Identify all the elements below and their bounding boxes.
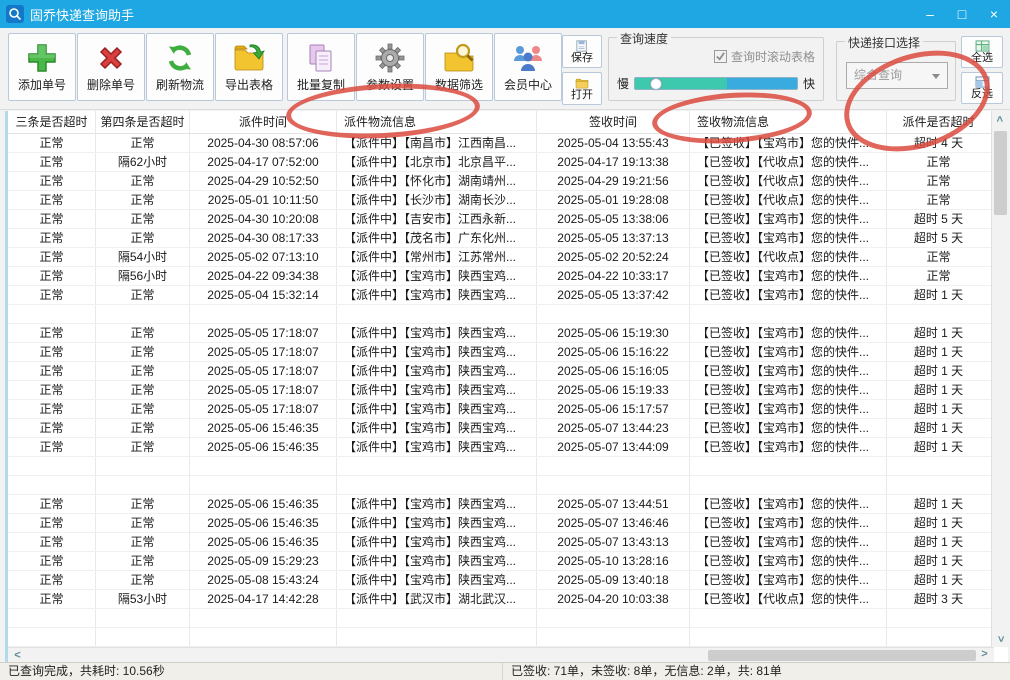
column-header[interactable]: 派件物流信息 [337,111,537,133]
table-row[interactable] [8,305,1008,324]
settings-button[interactable]: 参数设置 [356,33,424,101]
invert-selection-button[interactable]: 反选 [961,72,1003,104]
table-row[interactable]: 正常 正常 2025-05-06 15:46:35 【派件中】【宝鸡市】陕西宝鸡… [8,495,1008,514]
open-button[interactable]: 打开 [562,72,602,105]
slider-slow-label: 慢 [617,75,629,92]
horizontal-scroll-thumb[interactable] [708,650,976,661]
table-header: 三条是否超时 第四条是否超时 派件时间 派件物流信息 签收时间 签收物流信息 派… [8,111,1008,134]
scroll-down-icon[interactable]: > [995,632,1007,647]
export-table-button[interactable]: 导出表格 [215,33,283,101]
table-row[interactable]: 正常 正常 2025-05-05 17:18:07 【派件中】【宝鸡市】陕西宝鸡… [8,324,1008,343]
member-icon [512,42,544,74]
interface-dropdown[interactable]: 综合查询 [846,62,948,89]
settings-icon [374,42,406,74]
delete-order-button[interactable]: 删除单号 [77,33,145,101]
data-filter-button[interactable]: 数据筛选 [425,33,493,101]
logistics-table: 三条是否超时 第四条是否超时 派件时间 派件物流信息 签收时间 签收物流信息 派… [5,111,1008,662]
refresh-icon [164,42,196,74]
column-header[interactable]: 签收物流信息 [690,111,887,133]
slider-fast-label: 快 [803,75,815,92]
table-row[interactable]: 正常 正常 2025-04-30 08:57:06 【派件中】【南昌市】江西南昌… [8,134,1008,153]
table-row[interactable]: 正常 隔62小时 2025-04-17 07:52:00 【派件中】【北京市】北… [8,153,1008,172]
chevron-down-icon [932,74,940,79]
column-header[interactable]: 第四条是否超时 [96,111,190,133]
save-icon [575,40,589,52]
delete-icon [95,42,127,74]
slider-fill [635,78,727,89]
scroll-up-icon[interactable]: > [995,112,1007,127]
filter-icon [443,42,475,74]
table-row[interactable]: 正常 正常 2025-05-06 15:46:35 【派件中】【宝鸡市】陕西宝鸡… [8,533,1008,552]
copy-icon [305,42,337,74]
table-body: 正常 正常 2025-04-30 08:57:06 【派件中】【南昌市】江西南昌… [8,134,1008,647]
column-header[interactable]: 签收时间 [537,111,690,133]
select-all-button[interactable]: 全选 [961,36,1003,68]
column-header[interactable]: 派件是否超时 [887,111,990,133]
table-row[interactable]: 正常 隔53小时 2025-04-17 14:42:28 【派件中】【武汉市】湖… [8,590,1008,609]
column-header[interactable]: 三条是否超时 [8,111,96,133]
slider-thumb[interactable] [650,78,662,90]
table-row[interactable] [8,628,1008,647]
app-icon [6,5,24,23]
table-row[interactable] [8,457,1008,476]
table-row[interactable]: 正常 正常 2025-05-05 17:18:07 【派件中】【宝鸡市】陕西宝鸡… [8,343,1008,362]
table-row[interactable]: 正常 正常 2025-05-04 15:32:14 【派件中】【宝鸡市】陕西宝鸡… [8,286,1008,305]
toolbar: 添加单号 删除单号 刷新物流 导出表格 批量复制 参数设置 数据筛选 会员中心 … [0,28,1010,110]
table-row[interactable]: 正常 正常 2025-05-01 10:11:50 【派件中】【长沙市】湖南长沙… [8,191,1008,210]
table-row[interactable]: 正常 正常 2025-05-05 17:18:07 【派件中】【宝鸡市】陕西宝鸡… [8,362,1008,381]
table-row[interactable]: 正常 正常 2025-04-29 10:52:50 【派件中】【怀化市】湖南靖州… [8,172,1008,191]
table-row[interactable]: 正常 正常 2025-04-30 10:20:08 【派件中】【吉安市】江西永新… [8,210,1008,229]
add-icon [26,42,58,74]
open-icon [575,77,589,89]
table-row[interactable]: 正常 正常 2025-05-05 17:18:07 【派件中】【宝鸡市】陕西宝鸡… [8,381,1008,400]
add-order-button[interactable]: 添加单号 [8,33,76,101]
invert-selection-icon [975,76,990,88]
status-bar: 已查询完成，共耗时: 10.56秒 已签收: 71单，未签收: 8单，无信息: … [0,662,1010,680]
speed-slider[interactable] [634,77,798,90]
scroll-table-checkbox-label: 查询时滚动表格 [731,48,815,65]
close-button[interactable]: × [978,0,1010,28]
table-row[interactable]: 正常 正常 2025-05-09 15:29:23 【派件中】【宝鸡市】陕西宝鸡… [8,552,1008,571]
vertical-scroll-thumb[interactable] [994,131,1007,215]
scroll-table-checkbox[interactable]: 查询时滚动表格 [714,48,815,65]
table-row[interactable]: 正常 隔56小时 2025-04-22 09:34:38 【派件中】【宝鸡市】陕… [8,267,1008,286]
select-all-icon [975,40,990,52]
export-icon [233,42,265,74]
table-row[interactable]: 正常 正常 2025-05-06 15:46:35 【派件中】【宝鸡市】陕西宝鸡… [8,419,1008,438]
table-row[interactable]: 正常 隔54小时 2025-05-02 07:13:10 【派件中】【常州市】江… [8,248,1008,267]
minimize-button[interactable]: – [914,0,946,28]
table-row[interactable]: 正常 正常 2025-05-06 15:46:35 【派件中】【宝鸡市】陕西宝鸡… [8,514,1008,533]
titlebar: 固乔快递查询助手 – □ × [0,0,1010,28]
member-center-button[interactable]: 会员中心 [494,33,562,101]
table-row[interactable]: 正常 正常 2025-05-05 17:18:07 【派件中】【宝鸡市】陕西宝鸡… [8,400,1008,419]
maximize-button[interactable]: □ [946,0,978,28]
summary-status-text: 已签收: 71单，未签收: 8单，无信息: 2单，共: 81单 [503,663,782,680]
checkbox-check-icon [714,50,727,63]
column-header[interactable]: 派件时间 [190,111,337,133]
table-row[interactable]: 正常 正常 2025-05-06 15:46:35 【派件中】【宝鸡市】陕西宝鸡… [8,438,1008,457]
window-title: 固乔快递查询助手 [30,5,134,24]
batch-copy-button[interactable]: 批量复制 [287,33,355,101]
refresh-logistics-button[interactable]: 刷新物流 [146,33,214,101]
table-row[interactable]: 正常 正常 2025-04-30 08:17:33 【派件中】【茂名市】广东化州… [8,229,1008,248]
express-interface-group: 快递接口选择 综合查询 [836,41,956,101]
table-row[interactable] [8,609,1008,628]
table-row[interactable]: 正常 正常 2025-05-08 15:43:24 【派件中】【宝鸡市】陕西宝鸡… [8,571,1008,590]
vertical-scrollbar[interactable]: > > [991,111,1008,647]
save-button[interactable]: 保存 [562,35,602,68]
scroll-left-icon[interactable]: > [10,648,25,660]
table-row[interactable] [8,476,1008,495]
query-status-text: 已查询完成，共耗时: 10.56秒 [0,663,503,680]
scroll-right-icon[interactable]: > [977,648,992,660]
query-speed-group: 查询速度 查询时滚动表格 慢 快 [608,37,824,101]
horizontal-scrollbar[interactable]: > > [8,647,994,662]
